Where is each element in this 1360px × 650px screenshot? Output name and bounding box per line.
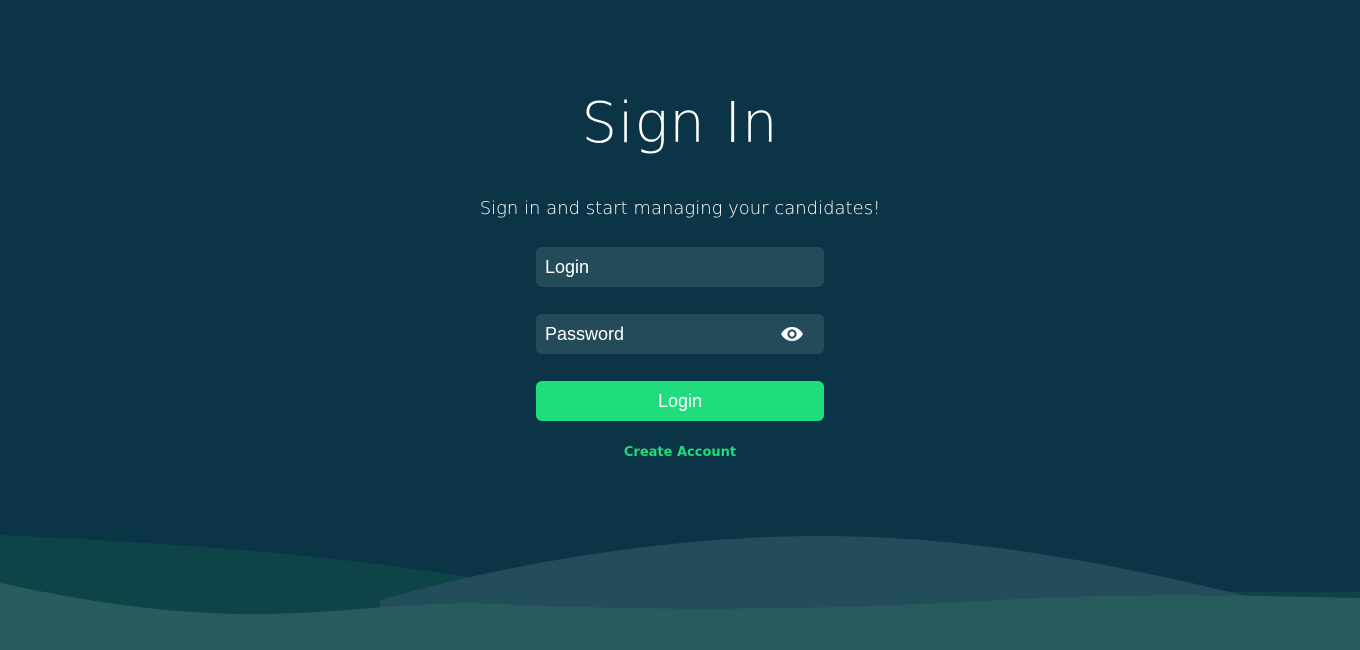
- wave-back: [0, 535, 1360, 650]
- login-button[interactable]: Login: [536, 381, 824, 421]
- page-title: Sign In: [581, 91, 779, 156]
- login-field: [536, 247, 824, 287]
- create-account-link[interactable]: Create Account: [580, 444, 780, 462]
- wave-mid: [380, 536, 1360, 650]
- eye-icon[interactable]: [780, 324, 804, 344]
- wave-front: [0, 583, 1360, 650]
- login-input[interactable]: [536, 247, 824, 287]
- sign-in-page: Sign In Sign in and start managing your …: [0, 0, 1360, 650]
- password-field: [536, 314, 824, 354]
- page-subtitle: Sign in and start managing your candidat…: [479, 198, 881, 219]
